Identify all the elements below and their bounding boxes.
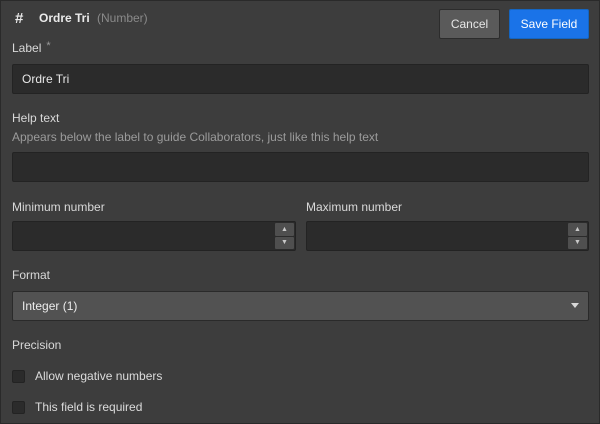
- maximum-stepper: ▲ ▼: [568, 223, 587, 249]
- field-settings-panel: # Ordre Tri (Number) Cancel Save Field L…: [0, 0, 600, 424]
- maximum-number-input[interactable]: [306, 221, 589, 251]
- decrement-icon[interactable]: ▼: [568, 236, 587, 249]
- required-checkbox-row[interactable]: This field is required: [12, 399, 142, 415]
- increment-icon[interactable]: ▲: [275, 223, 294, 236]
- required-label: This field is required: [35, 400, 143, 414]
- label-field-label-text: Label: [12, 41, 42, 55]
- help-text-input[interactable]: [12, 152, 589, 182]
- help-text-label: Help text: [12, 111, 60, 125]
- format-selected-value: Integer (1): [22, 299, 78, 313]
- hash-icon: #: [15, 10, 24, 27]
- save-field-button[interactable]: Save Field: [509, 9, 589, 39]
- field-type: (Number): [97, 11, 148, 25]
- panel-header: # Ordre Tri (Number) Cancel Save Field: [1, 1, 600, 39]
- cancel-button[interactable]: Cancel: [439, 9, 500, 39]
- increment-icon[interactable]: ▲: [568, 223, 587, 236]
- maximum-number-label: Maximum number: [306, 200, 403, 214]
- minimum-stepper: ▲ ▼: [275, 223, 294, 249]
- precision-label: Precision: [12, 338, 62, 352]
- label-field-label: Label *: [12, 40, 51, 55]
- allow-negative-label: Allow negative numbers: [35, 369, 163, 383]
- maximum-number-field: ▲ ▼: [306, 221, 589, 251]
- minimum-number-label: Minimum number: [12, 200, 105, 214]
- required-checkbox[interactable]: [12, 400, 25, 414]
- allow-negative-checkbox-row[interactable]: Allow negative numbers: [12, 368, 162, 384]
- label-input[interactable]: [12, 64, 589, 94]
- format-select[interactable]: Integer (1): [12, 291, 589, 321]
- help-text-description: Appears below the label to guide Collabo…: [12, 130, 379, 144]
- chevron-down-icon: [571, 303, 579, 308]
- format-label: Format: [12, 268, 51, 282]
- allow-negative-checkbox[interactable]: [12, 369, 25, 383]
- field-title: Ordre Tri: [39, 11, 90, 25]
- decrement-icon[interactable]: ▼: [275, 236, 294, 249]
- minimum-number-field: ▲ ▼: [12, 221, 296, 251]
- minimum-number-input[interactable]: [12, 221, 296, 251]
- required-asterisk: *: [46, 40, 51, 52]
